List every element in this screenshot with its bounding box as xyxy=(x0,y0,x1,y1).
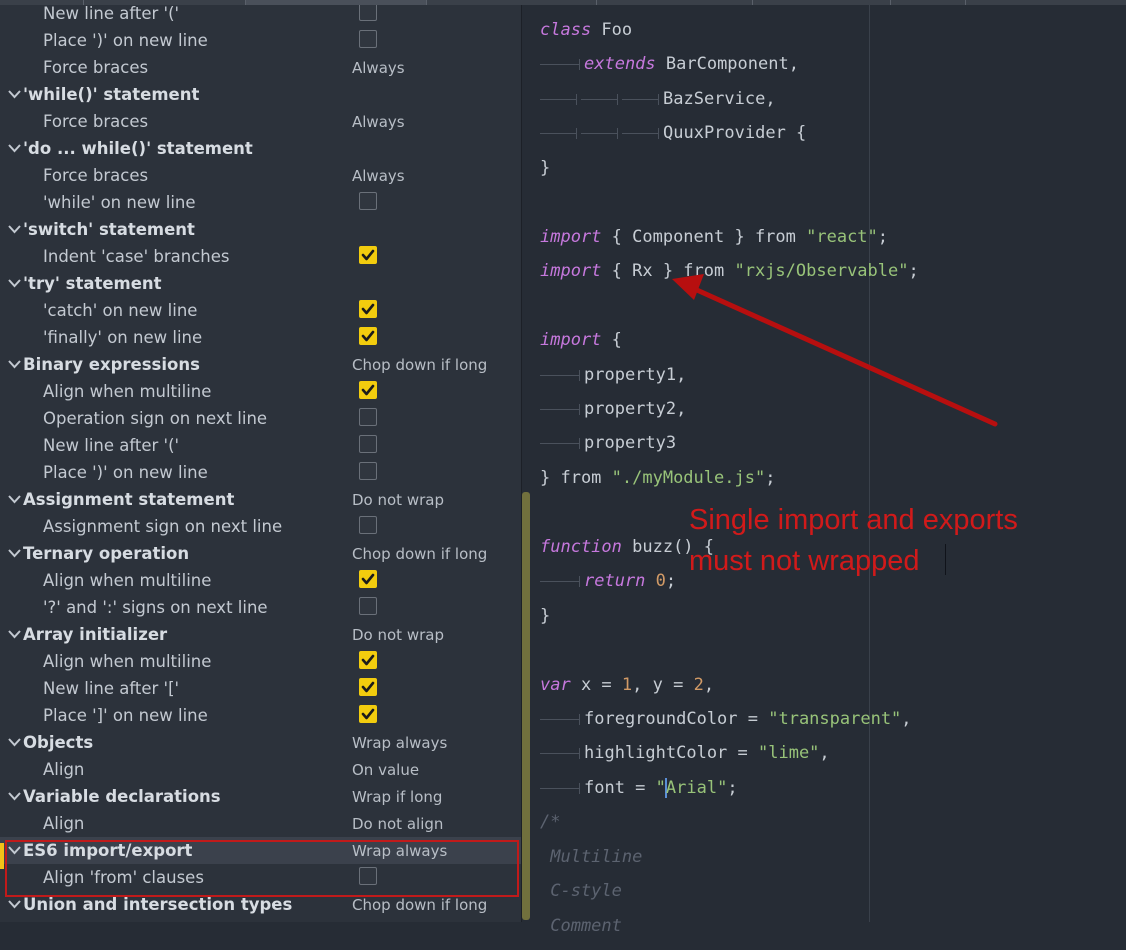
annotation-line-1: Single import and exports xyxy=(689,504,1018,536)
text-cursor xyxy=(945,544,946,575)
annotation-arrow xyxy=(672,274,998,427)
annotation-text: Single import and exports must not wrapp… xyxy=(689,500,1109,582)
annotation-line-2: must not wrapped xyxy=(689,545,920,577)
